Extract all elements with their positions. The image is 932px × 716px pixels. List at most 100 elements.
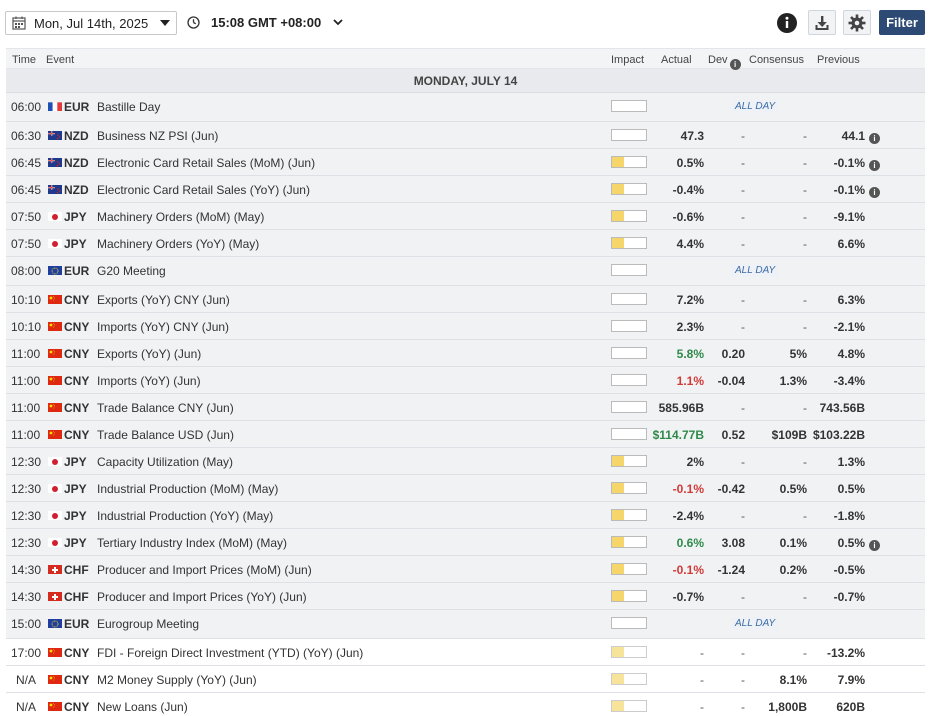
table-row[interactable]: 06:00 EUR Bastille Day ALL DAY <box>6 93 925 122</box>
table-row[interactable]: 06:45 NZD Electronic Card Retail Sales (Yo… <box>6 176 925 203</box>
table-row[interactable]: N/A CNY New Loans (Jun) - - 1,800B 620B <box>6 693 925 716</box>
calendar-icon <box>12 16 26 30</box>
event-name[interactable]: FDI - Foreign Direct Investment (YTD) (Y… <box>97 646 363 660</box>
actual-value: 47.3 <box>680 129 704 143</box>
deviation-value: - <box>741 210 745 224</box>
currency-code: CNY <box>64 347 90 361</box>
filter-button[interactable]: Filter <box>879 10 925 35</box>
event-name[interactable]: Machinery Orders (MoM) (May) <box>97 210 264 224</box>
event-name[interactable]: Tertiary Industry Index (MoM) (May) <box>97 536 287 550</box>
table-row[interactable]: 07:50 JPY Machinery Orders (YoY) (May) 4.4%… <box>6 230 925 257</box>
table-row[interactable]: 17:00 CNY FDI - Foreign Direct Investment … <box>6 639 925 666</box>
settings-button[interactable] <box>843 10 871 35</box>
event-name[interactable]: Imports (YoY) (Jun) <box>97 374 201 388</box>
header-dev-label: Dev <box>708 54 728 66</box>
consensus-value: - <box>803 509 807 523</box>
info-icon[interactable]: i <box>869 187 880 198</box>
currency-code: CHF <box>64 590 89 604</box>
table-row[interactable]: 07:50 JPY Machinery Orders (MoM) (May) -0.6… <box>6 203 925 230</box>
impact-indicator <box>611 590 647 602</box>
table-row[interactable]: 11:00 CNY Exports (YoY) (Jun) 5.8% 0.20 5% 4.8… <box>6 340 925 367</box>
flag-cn-icon <box>48 321 62 331</box>
table-row[interactable]: 14:30 CHF Producer and Import Prices (MoM)… <box>6 556 925 583</box>
event-name[interactable]: Bastille Day <box>97 100 160 114</box>
timezone-label[interactable]: 15:08 GMT +08:00 <box>211 15 321 30</box>
download-button[interactable] <box>808 10 836 35</box>
table-row[interactable]: 11:00 CNY Trade Balance USD (Jun) $114.77B 0… <box>6 421 925 448</box>
info-icon[interactable]: i <box>729 59 741 70</box>
consensus-value: - <box>803 237 807 251</box>
event-name[interactable]: Machinery Orders (YoY) (May) <box>97 237 259 251</box>
previous-value-text: 7.9% <box>837 673 865 687</box>
download-icon <box>815 15 829 30</box>
info-icon[interactable] <box>776 12 798 34</box>
deviation-value: - <box>741 673 745 687</box>
previous-value-text: 620B <box>836 700 865 714</box>
event-name[interactable]: Imports (YoY) CNY (Jun) <box>97 320 229 334</box>
table-row[interactable]: 12:30 JPY Industrial Production (MoM) (May… <box>6 475 925 502</box>
event-name[interactable]: Industrial Production (MoM) (May) <box>97 482 278 496</box>
flag-cn-icon <box>48 701 62 711</box>
event-name[interactable]: Trade Balance CNY (Jun) <box>97 401 234 415</box>
event-time: 12:30 <box>11 509 42 523</box>
date-picker[interactable]: Mon, Jul 14th, 2025 <box>5 11 177 35</box>
table-row[interactable]: 15:00 EUR Eurogroup Meeting ALL DAY <box>6 610 925 639</box>
info-icon[interactable]: i <box>869 133 880 144</box>
event-name[interactable]: Producer and Import Prices (MoM) (Jun) <box>97 563 312 577</box>
table-row[interactable]: 11:00 CNY Imports (YoY) (Jun) 1.1% -0.04 1.3%… <box>6 367 925 394</box>
event-name[interactable]: G20 Meeting <box>97 264 166 278</box>
table-row[interactable]: 14:30 CHF Producer and Import Prices (YoY)… <box>6 583 925 610</box>
header-time: Time <box>12 54 37 66</box>
impact-fill <box>612 674 624 684</box>
deviation-value: - <box>741 590 745 604</box>
actual-value: -0.7% <box>672 590 704 604</box>
impact-indicator <box>611 482 647 494</box>
table-row[interactable]: 06:45 NZD Electronic Card Retail Sales (Mo… <box>6 149 925 176</box>
previous-value-text: -0.1% <box>833 156 865 170</box>
date-label: Mon, Jul 14th, 2025 <box>34 16 149 31</box>
info-icon[interactable]: i <box>869 160 880 171</box>
impact-indicator <box>611 563 647 575</box>
previous-value: 44.1 i <box>842 129 880 144</box>
event-name[interactable]: Exports (YoY) CNY (Jun) <box>97 293 230 307</box>
event-name[interactable]: New Loans (Jun) <box>97 700 188 714</box>
impact-fill <box>612 647 624 657</box>
event-name[interactable]: Business NZ PSI (Jun) <box>97 129 218 143</box>
currency-code: JPY <box>64 237 87 251</box>
deviation-value: - <box>741 183 745 197</box>
table-row[interactable]: 12:30 JPY Industrial Production (YoY) (May… <box>6 502 925 529</box>
currency-code: CNY <box>64 374 90 388</box>
deviation-value: -0.04 <box>717 374 745 388</box>
currency-code: CNY <box>64 673 90 687</box>
event-time: 14:30 <box>11 590 42 604</box>
table-row[interactable]: 08:00 EUR G20 Meeting ALL DAY <box>6 257 925 286</box>
table-row[interactable]: N/A CNY M2 Money Supply (YoY) (Jun) - - 8.1% 7… <box>6 666 925 693</box>
event-name[interactable]: Producer and Import Prices (YoY) (Jun) <box>97 590 307 604</box>
table-row[interactable]: 12:30 JPY Capacity Utilization (May) 2% - - 1.… <box>6 448 925 475</box>
actual-value: 0.6% <box>676 536 704 550</box>
event-name[interactable]: Industrial Production (YoY) (May) <box>97 509 273 523</box>
event-name[interactable]: Capacity Utilization (May) <box>97 455 233 469</box>
table-row[interactable]: 12:30 JPY Tertiary Industry Index (MoM) (M… <box>6 529 925 556</box>
event-name[interactable]: M2 Money Supply (YoY) (Jun) <box>97 673 257 687</box>
event-name[interactable]: Exports (YoY) (Jun) <box>97 347 201 361</box>
event-name[interactable]: Electronic Card Retail Sales (YoY) (Jun) <box>97 183 310 197</box>
flag-jp-icon <box>48 456 62 466</box>
table-row[interactable]: 11:00 CNY Trade Balance CNY (Jun) 585.96B - -… <box>6 394 925 421</box>
previous-value-text: 44.1 <box>841 129 865 143</box>
table-row[interactable]: 10:10 CNY Imports (YoY) CNY (Jun) 2.3% - - -2.… <box>6 313 925 340</box>
chevron-down-icon[interactable] <box>332 16 344 28</box>
previous-value: -0.7% <box>834 590 865 604</box>
deviation-value: - <box>741 700 745 714</box>
table-row[interactable]: 10:10 CNY Exports (YoY) CNY (Jun) 7.2% - - 6.3… <box>6 286 925 313</box>
currency-code: NZD <box>64 129 89 143</box>
event-time: 07:50 <box>11 210 42 224</box>
consensus-value: - <box>803 293 807 307</box>
info-icon[interactable]: i <box>869 540 880 551</box>
consensus-value: - <box>803 156 807 170</box>
table-row[interactable]: 06:30 NZD Business NZ PSI (Jun) 47.3 - - 44.1 i <box>6 122 925 149</box>
event-time: N/A <box>16 673 37 687</box>
event-name[interactable]: Trade Balance USD (Jun) <box>97 428 234 442</box>
event-name[interactable]: Eurogroup Meeting <box>97 617 199 631</box>
event-name[interactable]: Electronic Card Retail Sales (MoM) (Jun) <box>97 156 315 170</box>
